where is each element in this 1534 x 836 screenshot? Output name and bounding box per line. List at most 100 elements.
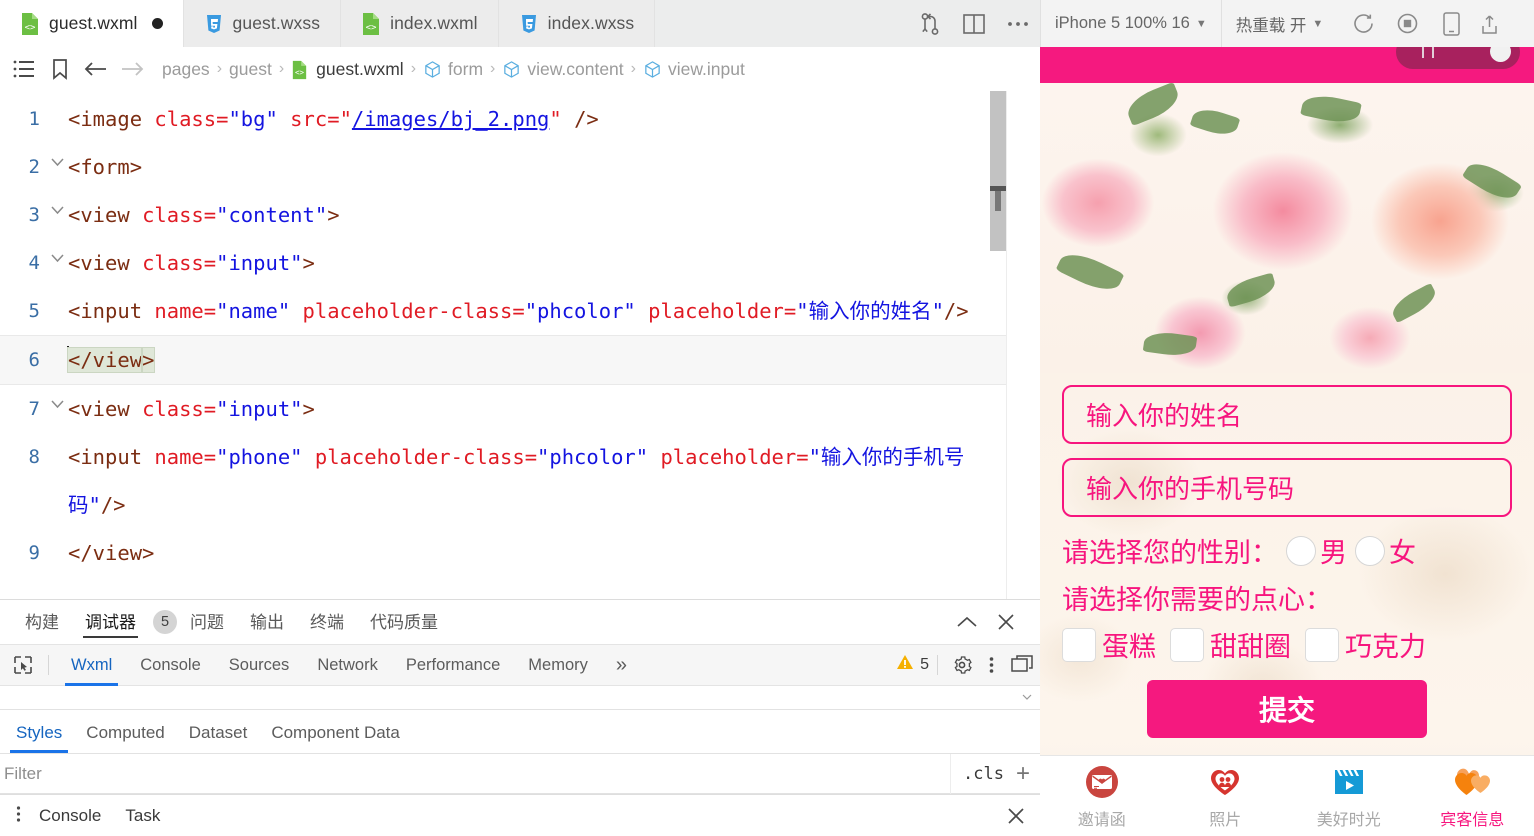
tab-overflow-chevron[interactable]: » [602,644,641,686]
code-editor-content[interactable]: 1 <image class="bg" src="/images/bj_2.pn… [0,91,1040,599]
stop-record-icon[interactable] [1385,0,1429,47]
editor-tab-index-wxml[interactable]: <> index.wxml [341,0,499,47]
breadcrumb-item-pages[interactable]: pages [162,59,210,80]
dock-side-icon[interactable] [1004,644,1040,686]
tab-component-data[interactable]: Component Data [259,711,412,753]
submit-button[interactable]: 提交 [1147,680,1427,738]
drawer-tab-console[interactable]: Console [27,806,113,826]
tabbar-item-photos[interactable]: 照片 [1164,756,1288,836]
radio-icon[interactable] [1355,535,1385,566]
filter-input-wrapper[interactable] [0,753,952,794]
panel-tab-output[interactable]: 输出 [237,600,297,644]
gender-option-male[interactable]: 男 [1278,531,1347,570]
drawer-tab-task[interactable]: Task [113,806,172,826]
close-drawer-icon[interactable] [1006,806,1026,826]
filter-input[interactable] [4,763,951,784]
tabbar-item-invitation[interactable]: 邀请函 [1040,756,1164,836]
tab-memory[interactable]: Memory [514,644,602,686]
name-field[interactable]: 输入你的姓名 [1062,385,1512,444]
gender-option-female[interactable]: 女 [1347,531,1416,570]
checkbox-icon[interactable] [1305,627,1339,662]
breadcrumb-item-view-content[interactable]: view.content [502,59,624,80]
panel-tab-code-quality[interactable]: 代码质量 [357,600,451,644]
resize-handle-icon[interactable] [1022,692,1032,702]
code-line[interactable]: 7 <view class="input"> [0,385,1040,433]
wechat-capsule-button[interactable] [1396,47,1520,69]
inspect-element-icon[interactable] [6,644,40,686]
more-actions-icon[interactable] [996,0,1040,47]
code-line[interactable]: 1 <image class="bg" src="/images/bj_2.pn… [0,95,1040,143]
fold-toggle[interactable] [46,336,68,384]
gear-icon[interactable] [946,644,978,686]
fold-toggle[interactable] [46,239,68,287]
code-line[interactable]: 3 <view class="content"> [0,191,1040,239]
forward-arrow-icon[interactable] [114,52,150,86]
refresh-icon[interactable] [1341,0,1385,47]
panel-tab-problems[interactable]: 问题 [177,600,237,644]
device-selector[interactable]: iPhone 5 100% 16 ▼ [1040,0,1221,47]
panel-tab-build[interactable]: 构建 [12,600,72,644]
tab-styles[interactable]: Styles [4,711,74,753]
warning-indicator[interactable]: 5 [896,654,929,676]
tab-performance[interactable]: Performance [392,644,514,686]
panel-tab-terminal[interactable]: 终端 [297,600,357,644]
code-line-active[interactable]: 6 </view> [0,335,1040,385]
drawer-menu-icon[interactable] [10,805,27,827]
radio-icon[interactable] [1286,535,1316,566]
hot-reload-selector[interactable]: 热重载 开 ▼ [1220,0,1337,47]
fold-toggle[interactable] [46,191,68,239]
clear-cache-icon[interactable] [1473,0,1509,47]
code-line[interactable]: 5 <input name="name" placeholder-class="… [0,287,1040,335]
breadcrumb-label: view.input [667,58,745,79]
tab-computed[interactable]: Computed [74,711,176,753]
back-arrow-icon[interactable] [78,52,114,86]
editor-tab-guest-wxml[interactable]: <> guest.wxml [0,0,184,47]
checkbox-icon[interactable] [1170,627,1204,662]
tab-wxml[interactable]: Wxml [57,644,126,686]
collapse-panel-icon[interactable] [948,603,986,641]
cls-button[interactable]: .cls [951,764,1016,784]
scrollbar-thumb[interactable] [990,91,1006,251]
editor-tab-index-wxss[interactable]: index.wxss [498,0,656,47]
more-options-icon[interactable] [978,644,1004,686]
tabbar-item-moments[interactable]: 美好时光 [1287,756,1411,836]
breadcrumb-item-guest-wxml[interactable]: <> guest.wxml [291,59,404,80]
code-link[interactable]: /images/bj_2.png [352,107,549,131]
code-editor[interactable]: 1 <image class="bg" src="/images/bj_2.pn… [0,91,1040,599]
line-number: 6 [28,349,40,371]
code-token: "content" [216,203,328,227]
fold-toggle[interactable] [46,143,68,191]
tabbar-item-guest-info[interactable]: 宾客信息 [1411,756,1534,836]
editor-tab-guest-wxss[interactable]: guest.wxss [183,0,342,47]
code-line[interactable]: 8 <input name="phone" placeholder-class=… [0,433,1040,529]
leaf-decoration [1189,104,1241,140]
phone-field[interactable]: 输入你的手机号码 [1062,458,1512,517]
fold-toggle[interactable] [46,287,68,335]
wxml-tree-area[interactable] [0,686,1040,710]
tab-console[interactable]: Console [126,644,215,686]
outline-icon[interactable] [6,52,42,86]
tab-dataset[interactable]: Dataset [177,711,260,753]
code-line[interactable]: 9 </view> [0,529,1040,577]
compare-branches-icon[interactable] [908,0,952,47]
editor-vertical-scrollbar[interactable] [990,91,1006,599]
breadcrumb-item-form[interactable]: form [423,59,483,80]
panel-tab-debugger[interactable]: 调试器 [72,600,149,644]
breadcrumb-item-guest[interactable]: guest [229,59,272,80]
breadcrumb-item-view-input[interactable]: view.input [643,59,745,80]
add-rule-icon[interactable]: + [1016,761,1040,786]
svg-text:<>: <> [25,23,36,33]
fold-toggle[interactable] [46,529,68,577]
split-editor-icon[interactable] [952,0,996,47]
tab-network[interactable]: Network [303,644,392,686]
mobile-preview-icon[interactable] [1429,0,1473,47]
fold-toggle[interactable] [46,95,68,143]
bookmark-icon[interactable] [42,52,78,86]
fold-toggle[interactable] [46,385,68,433]
code-line[interactable]: 2 <form> [0,143,1040,191]
checkbox-icon[interactable] [1062,627,1096,662]
fold-toggle[interactable] [46,433,68,529]
code-line[interactable]: 4 <view class="input"> [0,239,1040,287]
close-panel-icon[interactable] [986,603,1026,641]
tab-sources[interactable]: Sources [215,644,304,686]
